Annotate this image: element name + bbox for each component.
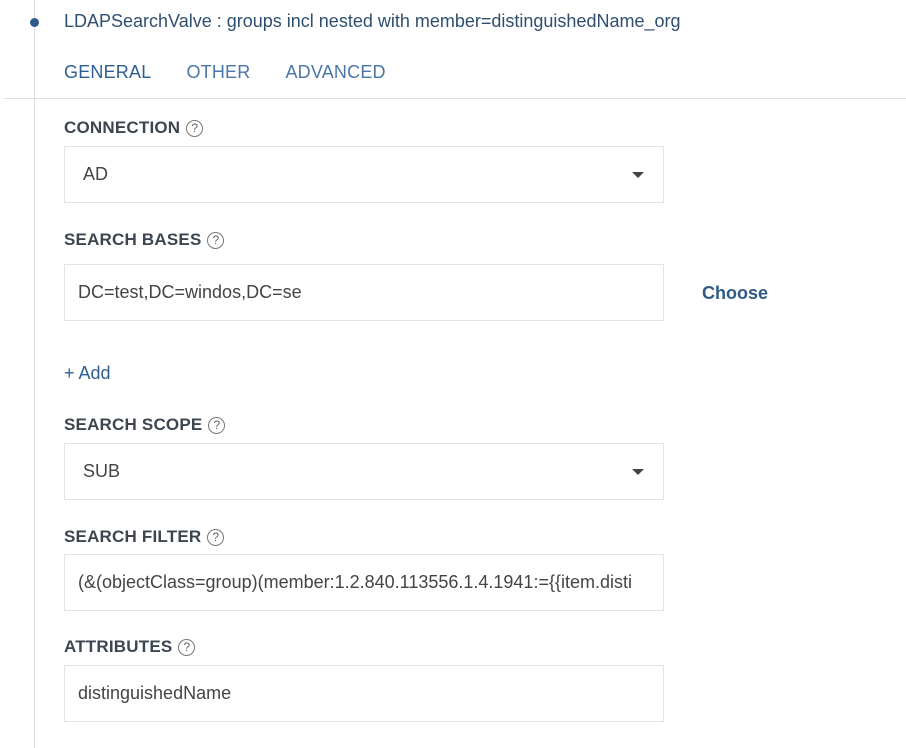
attributes-label: ATTRIBUTES	[64, 637, 173, 656]
tab-other[interactable]: OTHER	[186, 62, 250, 83]
chevron-down-icon	[632, 172, 644, 178]
add-search-base-button[interactable]: + Add	[64, 363, 111, 384]
tab-bar: GENERAL OTHER ADVANCED	[64, 62, 386, 83]
search-scope-select[interactable]: SUB	[64, 443, 664, 500]
timeline-dot	[30, 18, 39, 27]
attributes-label-row: ATTRIBUTES ?	[64, 637, 196, 657]
tab-general[interactable]: GENERAL	[64, 62, 151, 83]
search-scope-label-row: SEARCH SCOPE ?	[64, 415, 226, 435]
connection-label-row: CONNECTION ?	[64, 118, 204, 138]
search-base-value: DC=test,DC=windos,DC=se	[78, 282, 302, 302]
connection-label: CONNECTION	[64, 118, 181, 137]
chevron-down-icon	[632, 469, 644, 475]
help-icon[interactable]: ?	[207, 231, 225, 249]
help-icon[interactable]: ?	[207, 528, 225, 546]
help-icon[interactable]: ?	[186, 119, 204, 137]
connection-value: AD	[83, 164, 109, 184]
attributes-input[interactable]: distinguishedName	[64, 665, 664, 722]
search-bases-label-row: SEARCH BASES ?	[64, 230, 225, 250]
valve-title: LDAPSearchValve : groups incl nested wit…	[64, 11, 681, 31]
choose-button[interactable]: Choose	[702, 283, 768, 304]
help-icon[interactable]: ?	[208, 416, 226, 434]
timeline-line	[34, 0, 35, 748]
connection-select[interactable]: AD	[64, 146, 664, 203]
search-scope-label: SEARCH SCOPE	[64, 415, 203, 434]
search-scope-value: SUB	[83, 461, 121, 481]
attributes-value: distinguishedName	[78, 683, 232, 703]
search-bases-label: SEARCH BASES	[64, 230, 202, 249]
tabs-divider	[4, 98, 906, 99]
search-filter-value: (&(objectClass=group)(member:1.2.840.113…	[78, 572, 632, 592]
search-base-input[interactable]: DC=test,DC=windos,DC=se	[64, 264, 664, 321]
ldap-search-valve-editor: LDAPSearchValve : groups incl nested wit…	[0, 0, 906, 748]
search-filter-input[interactable]: (&(objectClass=group)(member:1.2.840.113…	[64, 554, 664, 611]
help-icon[interactable]: ?	[178, 638, 196, 656]
search-filter-label: SEARCH FILTER	[64, 527, 202, 546]
search-filter-label-row: SEARCH FILTER ?	[64, 527, 225, 547]
tab-advanced[interactable]: ADVANCED	[285, 62, 385, 83]
